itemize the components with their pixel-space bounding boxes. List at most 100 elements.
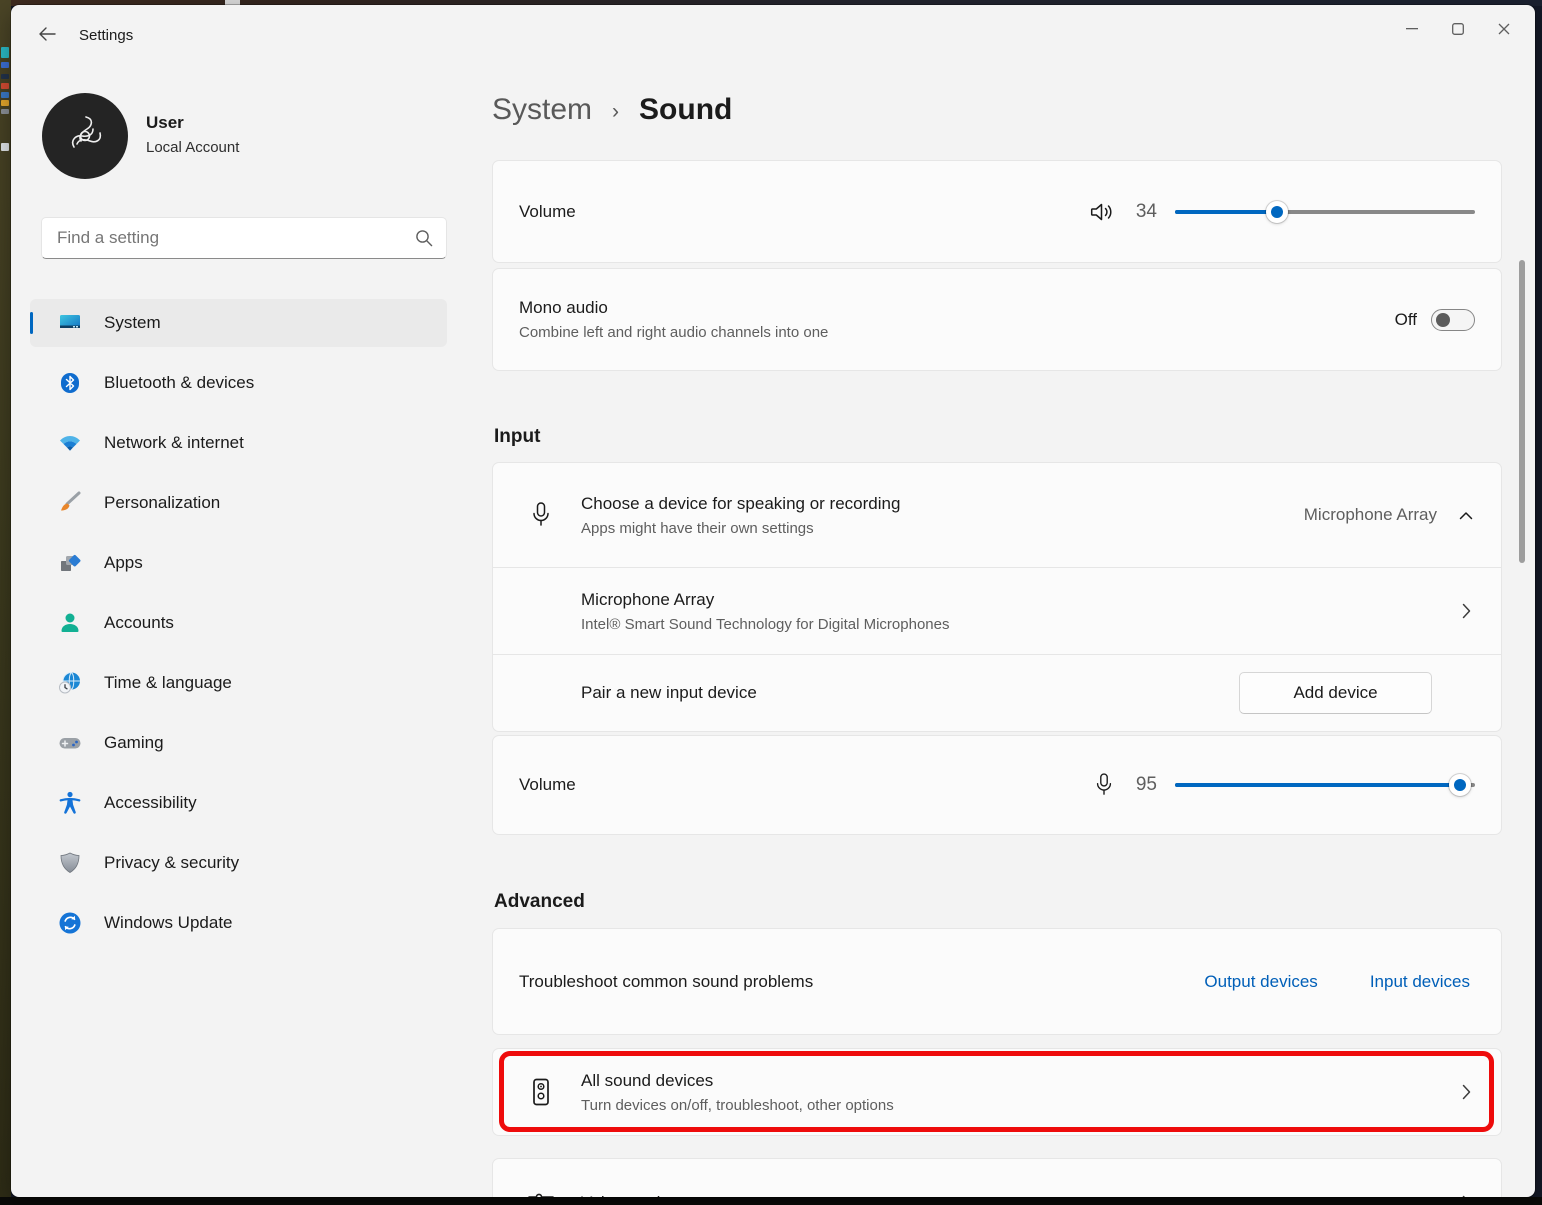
input-device-selected-value: Microphone Array xyxy=(1304,505,1437,525)
person-icon xyxy=(57,610,83,636)
desktop-wallpaper-left xyxy=(0,0,11,1205)
sidebar-item-label: Personalization xyxy=(104,493,220,513)
choose-input-device-row[interactable]: Choose a device for speaking or recordin… xyxy=(493,463,1501,567)
output-volume-slider[interactable] xyxy=(1175,201,1475,223)
all-sound-devices-subtitle: Turn devices on/off, troubleshoot, other… xyxy=(581,1097,894,1114)
sidebar-item-gaming[interactable]: Gaming xyxy=(30,719,447,767)
output-volume-label: Volume xyxy=(519,202,576,222)
mono-audio-title: Mono audio xyxy=(519,298,828,318)
all-sound-devices-title: All sound devices xyxy=(581,1071,894,1091)
mono-audio-card: Mono audio Combine left and right audio … xyxy=(492,268,1502,371)
chevron-right-icon xyxy=(1462,603,1501,619)
speaker-icon xyxy=(1089,200,1115,224)
input-volume-label: Volume xyxy=(519,775,576,795)
volume-mixer-title: Volume mixer xyxy=(581,1193,684,1197)
search-input[interactable] xyxy=(42,218,446,258)
microphone-array-name: Microphone Array xyxy=(581,590,949,610)
sidebar-item-accounts[interactable]: Accounts xyxy=(30,599,447,647)
sidebar-item-label: Accounts xyxy=(104,613,174,633)
toggle-knob xyxy=(1436,313,1450,327)
scrollbar-thumb[interactable] xyxy=(1519,260,1525,563)
troubleshoot-label: Troubleshoot common sound problems xyxy=(519,972,813,992)
sidebar-item-label: Accessibility xyxy=(104,793,197,813)
main-content: System › Sound Volume 34 Mono aud xyxy=(492,5,1502,1197)
input-volume-card: Volume 95 xyxy=(492,735,1502,835)
sidebar-item-bluetooth-devices[interactable]: Bluetooth & devices xyxy=(30,359,447,407)
account-type: Local Account xyxy=(146,139,239,156)
page-title: Sound xyxy=(639,93,732,127)
breadcrumb: System › Sound xyxy=(492,93,732,127)
system-icon xyxy=(57,310,83,336)
volume-mixer-icon xyxy=(527,1189,555,1197)
pair-input-device-label: Pair a new input device xyxy=(581,683,757,703)
account-header[interactable]: User Local Account xyxy=(30,89,447,185)
wifi-icon xyxy=(57,430,83,456)
chevron-up-icon xyxy=(1459,511,1473,520)
chevron-right-icon xyxy=(1462,1084,1501,1100)
slider-thumb[interactable] xyxy=(1266,201,1288,223)
pair-input-device-row: Pair a new input device Add device xyxy=(493,654,1501,731)
settings-window: Settings xyxy=(11,5,1535,1197)
input-device-group: Choose a device for speaking or recordin… xyxy=(492,462,1502,732)
search-box xyxy=(41,217,447,259)
output-devices-link[interactable]: Output devices xyxy=(1204,972,1317,992)
sidebar-item-label: Apps xyxy=(104,553,143,573)
output-volume-card: Volume 34 xyxy=(492,160,1502,263)
sidebar-nav: System Bluetooth & devices Network & int… xyxy=(30,299,447,947)
microphone-array-description: Intel® Smart Sound Technology for Digita… xyxy=(581,616,949,633)
sidebar-item-system[interactable]: System xyxy=(30,299,447,347)
gamepad-icon xyxy=(57,730,83,756)
back-button[interactable] xyxy=(27,17,67,51)
slider-fill xyxy=(1175,210,1277,214)
sidebar-item-label: Windows Update xyxy=(104,913,233,933)
sidebar-item-apps[interactable]: Apps xyxy=(30,539,447,587)
input-volume-control: 95 xyxy=(1093,772,1501,798)
breadcrumb-system[interactable]: System xyxy=(492,93,592,127)
desktop-icon xyxy=(1,109,9,114)
desktop-icon xyxy=(1,74,9,79)
sidebar-item-accessibility[interactable]: Accessibility xyxy=(30,779,447,827)
chevron-right-icon xyxy=(1462,1195,1501,1197)
desktop-icon xyxy=(1,62,9,68)
microphone-array-row[interactable]: Microphone Array Intel® Smart Sound Tech… xyxy=(493,567,1501,654)
sidebar-item-label: Time & language xyxy=(104,673,232,693)
sidebar-item-windows-update[interactable]: Windows Update xyxy=(30,899,447,947)
sidebar-item-label: Privacy & security xyxy=(104,853,239,873)
mono-audio-subtitle: Combine left and right audio channels in… xyxy=(519,324,828,341)
update-icon xyxy=(57,910,83,936)
all-sound-devices-card[interactable]: All sound devices Turn devices on/off, t… xyxy=(492,1048,1502,1136)
sidebar-item-privacy-security[interactable]: Privacy & security xyxy=(30,839,447,887)
microphone-icon xyxy=(1093,772,1115,798)
desktop-icon xyxy=(1,100,9,106)
volume-mixer-card[interactable]: Volume mixer xyxy=(492,1158,1502,1197)
choose-input-device-subtitle: Apps might have their own settings xyxy=(581,520,900,537)
sidebar-item-network-internet[interactable]: Network & internet xyxy=(30,419,447,467)
accessibility-person-icon xyxy=(57,790,83,816)
input-device-combo[interactable]: Microphone Array xyxy=(1304,505,1501,525)
desktop-icon xyxy=(1,92,9,98)
output-volume-control: 34 xyxy=(1089,200,1501,224)
slider-thumb[interactable] xyxy=(1449,774,1471,796)
troubleshoot-card: Troubleshoot common sound problems Outpu… xyxy=(492,928,1502,1035)
razer-logo-icon xyxy=(56,107,114,165)
desktop-icon xyxy=(1,47,9,58)
add-device-button[interactable]: Add device xyxy=(1239,672,1432,714)
search-icon xyxy=(415,229,433,247)
sidebar-item-label: Bluetooth & devices xyxy=(104,373,254,393)
avatar xyxy=(42,93,128,179)
sidebar-item-label: Gaming xyxy=(104,733,164,753)
shield-icon xyxy=(57,850,83,876)
input-volume-value: 95 xyxy=(1131,774,1157,796)
input-devices-link[interactable]: Input devices xyxy=(1370,972,1470,992)
input-volume-slider[interactable] xyxy=(1175,774,1475,796)
back-icon xyxy=(38,27,56,41)
globe-clock-icon xyxy=(57,670,83,696)
sidebar-item-time-language[interactable]: Time & language xyxy=(30,659,447,707)
sidebar-item-personalization[interactable]: Personalization xyxy=(30,479,447,527)
mono-audio-toggle[interactable] xyxy=(1431,309,1475,331)
desktop-icon xyxy=(1,83,9,89)
advanced-section-header: Advanced xyxy=(494,891,585,913)
breadcrumb-separator: › xyxy=(612,100,619,124)
mono-audio-state: Off xyxy=(1395,310,1417,330)
sidebar-item-label: Network & internet xyxy=(104,433,244,453)
